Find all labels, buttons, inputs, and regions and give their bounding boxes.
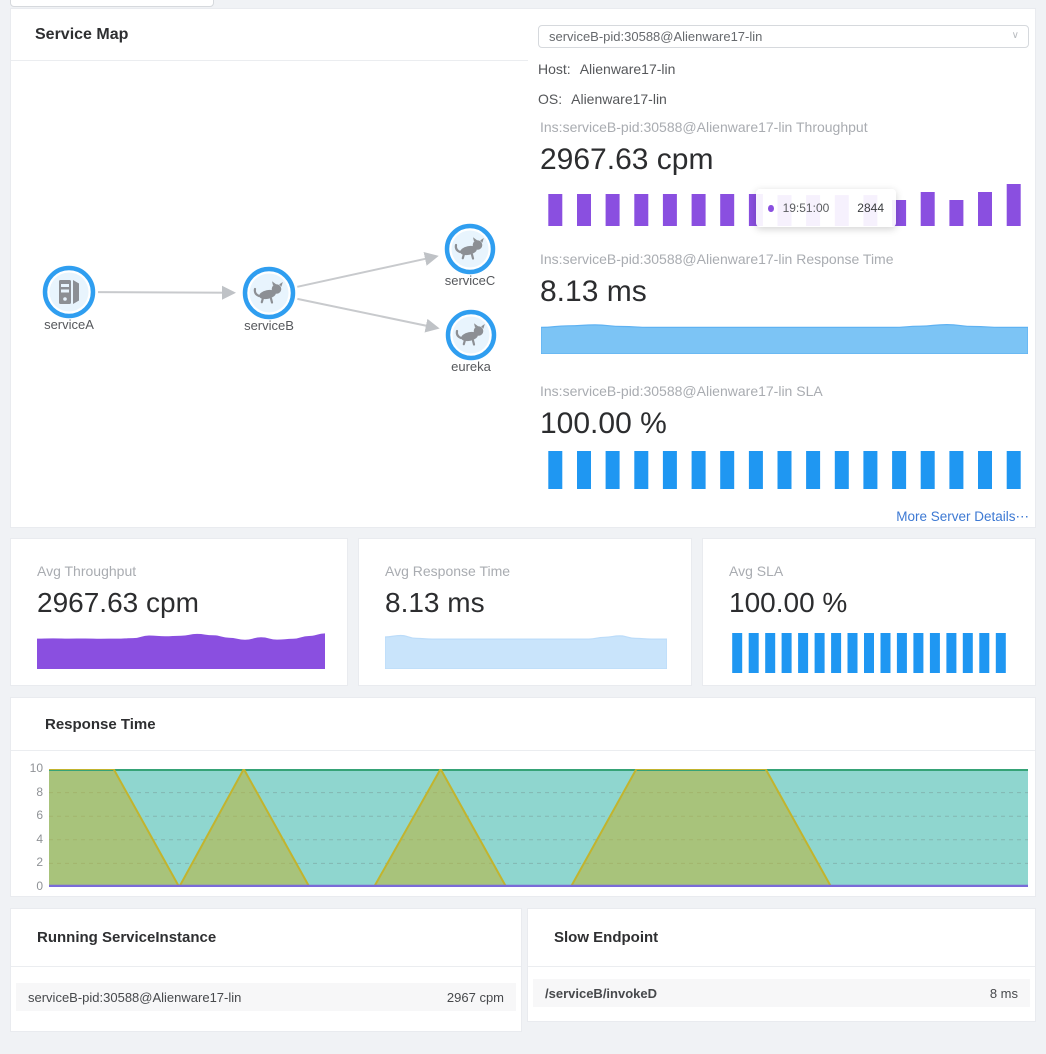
avg-response-time-card: Avg Response Time 8.13 ms <box>358 538 692 686</box>
rt-ytick-label: 6 <box>17 808 43 822</box>
avg-throughput-card: Avg Throughput 2967.63 cpm <box>10 538 348 686</box>
slow-endpoint-header: Slow Endpoint <box>528 909 1035 967</box>
rt-ytick-label: 4 <box>17 832 43 846</box>
instance-select[interactable]: serviceB-pid:30588@Alienware17-lin ∨ <box>538 25 1029 48</box>
avg-throughput-chart[interactable] <box>37 633 325 669</box>
service-node-label: serviceA <box>44 317 94 332</box>
service-map-panel: Service Map serviceA serviceB serviceC eure… <box>10 8 1036 528</box>
instance-throughput-label: Ins:serviceB-pid:30588@Alienware17-lin T… <box>540 119 868 135</box>
instance-details-column: serviceB-pid:30588@Alienware17-lin ∨ Hos… <box>538 9 1029 529</box>
service-node-serviceA[interactable]: serviceA <box>44 268 94 332</box>
response-time-header: Response Time <box>11 698 1035 751</box>
rt-ytick-label: 8 <box>17 785 43 799</box>
tooltip-series-dot <box>768 205 774 212</box>
os-row: OS: Alienware17-lin <box>538 91 667 107</box>
instance-select-value: serviceB-pid:30588@Alienware17-lin <box>549 29 762 44</box>
service-map-header: Service Map <box>11 9 528 61</box>
instance-throughput-chart[interactable]: 19:51:00 2844 <box>541 184 1028 226</box>
avg-throughput-label: Avg Throughput <box>37 563 136 579</box>
avg-sla-value: 100.00 % <box>729 587 847 619</box>
service-node-serviceC[interactable]: serviceC <box>445 226 496 288</box>
tooltip-value: 2844 <box>857 201 884 215</box>
page: Service Map serviceA serviceB serviceC eure… <box>0 0 1046 1054</box>
rt-ytick-label: 0 <box>17 879 43 893</box>
os-value: Alienware17-lin <box>571 91 667 107</box>
service-node-eureka[interactable]: eureka <box>448 312 494 374</box>
host-row: Host: Alienware17-lin <box>538 61 675 77</box>
service-map-title: Service Map <box>35 26 128 44</box>
instance-sla-label: Ins:serviceB-pid:30588@Alienware17-lin S… <box>540 383 823 399</box>
chevron-down-icon: ∨ <box>1012 30 1019 41</box>
running-instance-header: Running ServiceInstance <box>11 909 521 967</box>
running-instance-title: Running ServiceInstance <box>37 929 216 946</box>
instance-response-label: Ins:serviceB-pid:30588@Alienware17-lin R… <box>540 251 894 267</box>
service-edge-serviceA-serviceB <box>98 292 234 293</box>
chart-tooltip: 19:51:00 2844 <box>756 189 896 227</box>
instance-sla-chart[interactable] <box>541 451 1028 489</box>
host-label: Host: <box>538 61 571 77</box>
response-time-panel: Response Time 10 8 6 4 2 0 <box>10 697 1036 897</box>
response-time-chart[interactable] <box>49 769 1028 887</box>
more-server-details-link[interactable]: More Server Details⋯ <box>896 509 1029 525</box>
service-edge-serviceB-eureka <box>297 299 437 328</box>
running-instance-name: serviceB-pid:30588@Alienware17-lin <box>28 990 241 1005</box>
tooltip-time: 19:51:00 <box>783 201 830 215</box>
avg-sla-label: Avg SLA <box>729 563 783 579</box>
instance-response-value: 8.13 ms <box>540 275 647 309</box>
response-time-title: Response Time <box>45 716 156 733</box>
running-instance-metric: 2967 cpm <box>447 990 504 1005</box>
service-map-canvas[interactable]: serviceA serviceB serviceC eureka <box>11 61 528 529</box>
running-instance-row[interactable]: serviceB-pid:30588@Alienware17-lin 2967 … <box>16 983 516 1011</box>
instance-sla-value: 100.00 % <box>540 407 667 441</box>
slow-endpoint-name: /serviceB/invokeD <box>545 986 657 1001</box>
service-node-label: eureka <box>451 359 492 374</box>
avg-response-time-value: 8.13 ms <box>385 587 485 619</box>
avg-sla-chart[interactable] <box>729 633 1009 673</box>
slow-endpoint-panel: Slow Endpoint /serviceB/invokeD 8 ms <box>527 908 1036 1022</box>
os-label: OS: <box>538 91 562 107</box>
instance-throughput-value: 2967.63 cpm <box>540 143 713 177</box>
host-value: Alienware17-lin <box>580 61 676 77</box>
slow-endpoint-title: Slow Endpoint <box>554 929 658 946</box>
rt-ytick-label: 10 <box>17 761 43 775</box>
service-node-label: serviceB <box>244 318 294 333</box>
avg-response-time-label: Avg Response Time <box>385 563 510 579</box>
service-node-label: serviceC <box>445 273 496 288</box>
service-node-serviceB[interactable]: serviceB <box>244 269 294 333</box>
running-instance-panel: Running ServiceInstance serviceB-pid:305… <box>10 908 522 1032</box>
slow-endpoint-row[interactable]: /serviceB/invokeD 8 ms <box>533 979 1030 1007</box>
instance-response-chart[interactable] <box>541 322 1028 354</box>
avg-response-time-chart[interactable] <box>385 633 667 669</box>
rt-ytick-label: 2 <box>17 855 43 869</box>
avg-throughput-value: 2967.63 cpm <box>37 587 199 619</box>
slow-endpoint-metric: 8 ms <box>990 986 1018 1001</box>
service-edge-serviceB-serviceC <box>297 256 437 287</box>
avg-sla-card: Avg SLA 100.00 % <box>702 538 1036 686</box>
clipped-top-control[interactable] <box>10 0 214 7</box>
server-icon <box>59 280 79 304</box>
